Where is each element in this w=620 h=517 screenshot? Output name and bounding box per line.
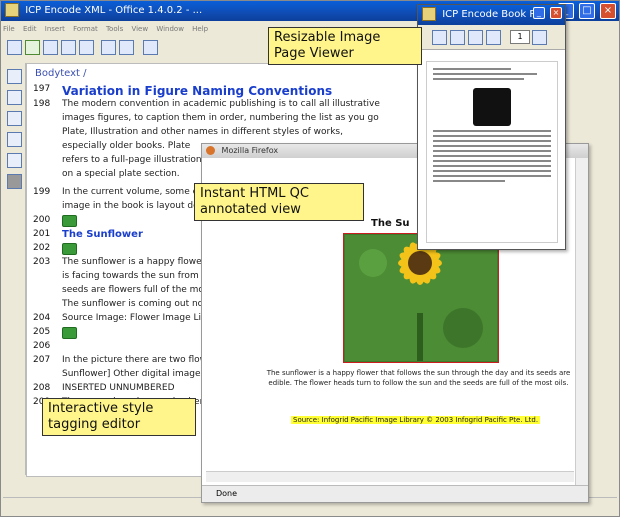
thumbnail-image: [473, 88, 511, 126]
save-icon[interactable]: [43, 40, 58, 55]
line-number: 203: [33, 257, 51, 267]
tag-marker: [62, 243, 77, 258]
line-text: refers to a full-page illustration: [62, 155, 202, 165]
image-tag-icon[interactable]: [62, 327, 77, 339]
page-viewer-callout: Resizable Image Page Viewer: [268, 27, 422, 65]
page-viewer-app-icon: [422, 7, 436, 21]
prev-page-icon[interactable]: [450, 30, 465, 45]
format-icon[interactable]: [119, 40, 134, 55]
line-number: 202: [33, 243, 51, 253]
insert-icon[interactable]: [101, 40, 116, 55]
refresh-icon[interactable]: [468, 30, 483, 45]
line-number: 200: [33, 215, 51, 225]
tag-marker: [62, 327, 77, 342]
page-viewer-toolbar: 1: [418, 25, 565, 50]
menu-view[interactable]: View: [131, 25, 148, 33]
app-icon: [5, 3, 19, 17]
menu-format[interactable]: Format: [73, 25, 98, 33]
line-text: The sunflower is coming out now.: [62, 299, 213, 309]
ff-vertical-scrollbar[interactable]: [575, 158, 588, 485]
ff-caption: The sunflower is a happy flower that fol…: [266, 369, 571, 387]
page-number-input[interactable]: 1: [510, 30, 530, 44]
menu-help[interactable]: Help: [192, 25, 208, 33]
first-page-icon[interactable]: [432, 30, 447, 45]
main-window-title: ICP Encode XML - Office 1.4.0.2 - ...: [25, 5, 203, 16]
ff-status-bar: Done: [202, 485, 588, 502]
line-text: Sunflower] Other digital images: [62, 369, 206, 379]
image-tag-icon[interactable]: [62, 243, 77, 255]
line-text: Source Image: Flower Image Lib: [62, 313, 207, 323]
edit-icon[interactable]: [7, 90, 22, 105]
image-tag-icon[interactable]: [62, 215, 77, 227]
line-text: In the picture there are two flowers: [62, 355, 221, 365]
line-number: 201: [33, 229, 51, 239]
ff-horizontal-scrollbar[interactable]: [206, 471, 574, 482]
style-editor-callout: Interactive style tagging editor: [42, 398, 196, 436]
menu-file[interactable]: File: [3, 25, 15, 33]
line-text: INSERTED UNNUMBERED: [62, 383, 175, 393]
tag-marker: [62, 215, 77, 230]
next-page-icon[interactable]: [486, 30, 501, 45]
line-number: 207: [33, 355, 51, 365]
menu-window[interactable]: Window: [156, 25, 184, 33]
html-qc-callout: Instant HTML QC annotated view: [194, 183, 364, 221]
go-icon[interactable]: [532, 30, 547, 45]
pv-minimize-icon[interactable]: _: [532, 7, 545, 19]
menu-tools[interactable]: Tools: [106, 25, 123, 33]
ff-credit: Source: Infogrid Pacific Image Library ©…: [291, 416, 541, 424]
line-number: 197: [33, 84, 51, 94]
line-text: Plate, Illustration and other names in d…: [62, 127, 343, 137]
line-number: 198: [33, 99, 51, 109]
line-text: images figures, to caption them in order…: [62, 113, 379, 123]
sunflower-image: [343, 233, 499, 363]
line-text: on a special plate section.: [62, 169, 180, 179]
menu-insert[interactable]: Insert: [45, 25, 65, 33]
image-icon[interactable]: [79, 40, 94, 55]
menu-edit[interactable]: Edit: [23, 25, 37, 33]
page-viewer-window[interactable]: ICP Encode Book P... _ × 1: [417, 4, 566, 250]
line-number: 205: [33, 327, 51, 337]
line-number: 208: [33, 383, 51, 393]
pv-close-icon[interactable]: ×: [550, 7, 562, 19]
line-number: 199: [33, 187, 51, 197]
firefox-title: Mozilla Firefox: [221, 146, 279, 155]
page-thumbnail: [426, 61, 558, 243]
line-text: especially older books. Plate: [62, 141, 191, 151]
style-icon[interactable]: [7, 69, 22, 84]
maximize-icon[interactable]: □: [578, 3, 595, 19]
ff-status-text: Done: [216, 489, 238, 498]
page-viewer-title: ICP Encode Book P...: [442, 9, 544, 20]
line-number: 206: [33, 341, 51, 351]
table-icon[interactable]: [61, 40, 76, 55]
new-document-icon[interactable]: [7, 40, 22, 55]
page-viewer-titlebar[interactable]: ICP Encode Book P... _ ×: [418, 5, 565, 25]
line-text: Variation in Figure Naming Conventions: [62, 84, 333, 98]
body-label: Bodytext /: [35, 68, 87, 79]
line-number: 204: [33, 313, 51, 323]
ff-page-title: The Su: [371, 218, 410, 229]
open-icon[interactable]: [25, 40, 40, 55]
line-text: The modern convention in academic publis…: [62, 99, 380, 109]
doc-icon[interactable]: [7, 153, 22, 168]
close-icon[interactable]: ×: [600, 3, 616, 19]
line-text: The Sunflower: [62, 229, 143, 240]
left-tool-strip: [3, 63, 26, 475]
block-icon[interactable]: [7, 174, 22, 189]
line-text: seeds are flowers full of the most of: [62, 285, 224, 295]
firefox-icon: [206, 146, 215, 155]
check-icon[interactable]: [7, 111, 22, 126]
tag-icon[interactable]: [143, 40, 158, 55]
list-icon[interactable]: [7, 132, 22, 147]
